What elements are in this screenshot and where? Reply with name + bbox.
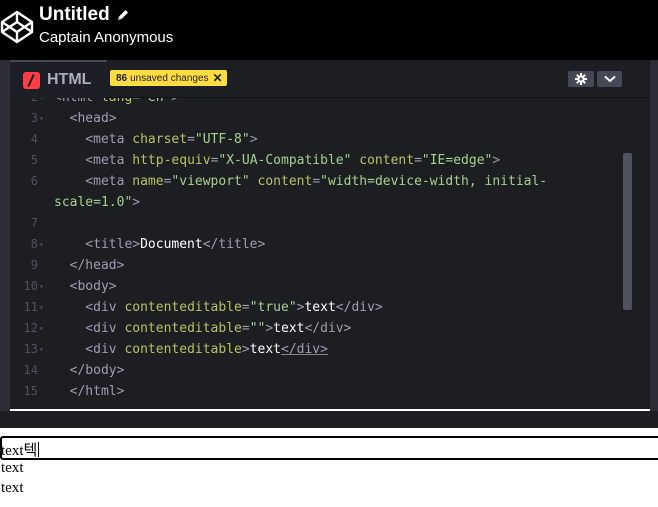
code-text: <meta charset="UTF-8">	[54, 132, 258, 147]
tab-html[interactable]: HTML	[10, 60, 107, 98]
unsaved-changes-badge[interactable]: 86 unsaved changes ✕	[110, 70, 227, 86]
code-line[interactable]: 2▾ <html lang="en">	[10, 98, 620, 108]
html-tab-icon	[23, 71, 40, 89]
code-text: <body>	[54, 279, 117, 294]
pencil-icon[interactable]	[116, 8, 130, 22]
line-number: 14	[23, 363, 38, 377]
html-editor-panel: HTML 86 unsaved changes ✕ 3 ▾ <head> 4 <…	[10, 60, 650, 409]
line-number: 4	[30, 132, 38, 146]
code-text: <div contenteditable="">text</div>	[54, 321, 352, 336]
codepen-logo-icon[interactable]	[0, 10, 34, 44]
fold-arrow-icon[interactable]: ▾	[39, 98, 44, 108]
panel-left-edge	[0, 60, 10, 411]
code-text: <meta http-equiv="X-UA-Compatible" conte…	[54, 153, 501, 168]
code-text: <div contenteditable>text</div>	[54, 342, 328, 357]
tab-html-label: HTML	[47, 71, 92, 88]
code-line[interactable]: scale=1.0">	[10, 192, 620, 213]
fold-arrow-icon[interactable]: ▾	[39, 276, 44, 297]
fold-arrow-icon[interactable]: ▾	[39, 339, 44, 360]
line-number: 8	[30, 237, 38, 251]
line-number: 6	[30, 174, 38, 188]
code-text: <meta name="viewport" content="width=dev…	[54, 174, 548, 189]
code-line[interactable]: 13 ▾ <div contenteditable>text</div>	[10, 339, 620, 360]
editor-scrollbar[interactable]	[623, 153, 632, 310]
code-text: <head>	[54, 111, 117, 126]
editable-div-1[interactable]: text텍	[1, 439, 40, 460]
line-number: 13	[23, 342, 38, 356]
fold-arrow-icon[interactable]: ▾	[39, 108, 44, 129]
line-number: 3	[30, 111, 38, 125]
focused-editable-outline	[0, 436, 658, 460]
code-text: </head>	[54, 258, 125, 273]
chevron-down-icon	[603, 75, 616, 83]
editable-div-3[interactable]: text	[1, 480, 24, 497]
code-text: <html lang="en">	[54, 98, 179, 108]
preview-divider[interactable]	[0, 411, 658, 428]
code-line[interactable]: 7	[10, 213, 620, 234]
line-number: 5	[30, 153, 38, 167]
code-line[interactable]: 10 ▾ <body>	[10, 276, 620, 297]
code-line[interactable]: 8 ▾ <title>Document</title>	[10, 234, 620, 255]
line-number: 2	[10, 98, 38, 108]
code-line[interactable]: 3 ▾ <head>	[10, 108, 620, 129]
author-name[interactable]: Captain Anonymous	[39, 29, 173, 46]
code-text: scale=1.0">	[54, 195, 141, 210]
fold-arrow-icon[interactable]: ▾	[39, 297, 44, 318]
fold-arrow-icon[interactable]: ▾	[39, 234, 44, 255]
code-line[interactable]: 15 </html>	[10, 381, 620, 402]
code-line[interactable]: 5 <meta http-equiv="X-UA-Compatible" con…	[10, 150, 620, 171]
code-line[interactable]: 4 <meta charset="UTF-8">	[10, 129, 620, 150]
line-number: 12	[23, 321, 38, 335]
fold-arrow-icon[interactable]: ▾	[39, 318, 44, 339]
code-line[interactable]: 12 ▾ <div contenteditable="">text</div>	[10, 318, 620, 339]
editor-settings-button[interactable]	[568, 71, 594, 87]
preview-pane: text텍 text text	[0, 428, 658, 507]
code-text: <title>Document</title>	[54, 237, 266, 252]
code-text: <div contenteditable="true">text</div>	[54, 300, 383, 315]
code-line[interactable]: 11 ▾ <div contenteditable="true">text</di…	[10, 297, 620, 318]
close-icon[interactable]: ✕	[213, 71, 223, 85]
gear-icon	[575, 73, 587, 85]
text-caret	[38, 442, 40, 457]
unsaved-count: 86	[116, 72, 128, 84]
editor-collapse-button[interactable]	[597, 71, 622, 87]
code-line[interactable]: 14 </body>	[10, 360, 620, 381]
code-text: </body>	[54, 363, 125, 378]
code-text: </html>	[54, 384, 125, 399]
title-row: Untitled	[39, 3, 130, 27]
line-number: 15	[23, 384, 38, 398]
editable-div-2[interactable]: text	[1, 460, 24, 477]
code-line[interactable]: 6 <meta name="viewport" content="width=d…	[10, 171, 620, 192]
editor-tabbar: HTML 86 unsaved changes ✕	[10, 60, 650, 98]
line-number: 11	[23, 300, 38, 314]
editable-text-1: text텍	[1, 443, 38, 459]
line-number: 10	[23, 279, 38, 293]
line-number: 7	[30, 216, 38, 230]
panel-right-edge	[650, 60, 658, 411]
app-header: Untitled Captain Anonymous	[0, 0, 658, 60]
pen-title[interactable]: Untitled	[39, 4, 110, 26]
code-editor[interactable]: 2▾<html lang="en">3▾ <head>4 <meta chars…	[10, 98, 650, 409]
code-line[interactable]: 9 </head>	[10, 255, 620, 276]
line-number: 9	[30, 258, 38, 272]
unsaved-label: unsaved changes	[130, 72, 209, 84]
